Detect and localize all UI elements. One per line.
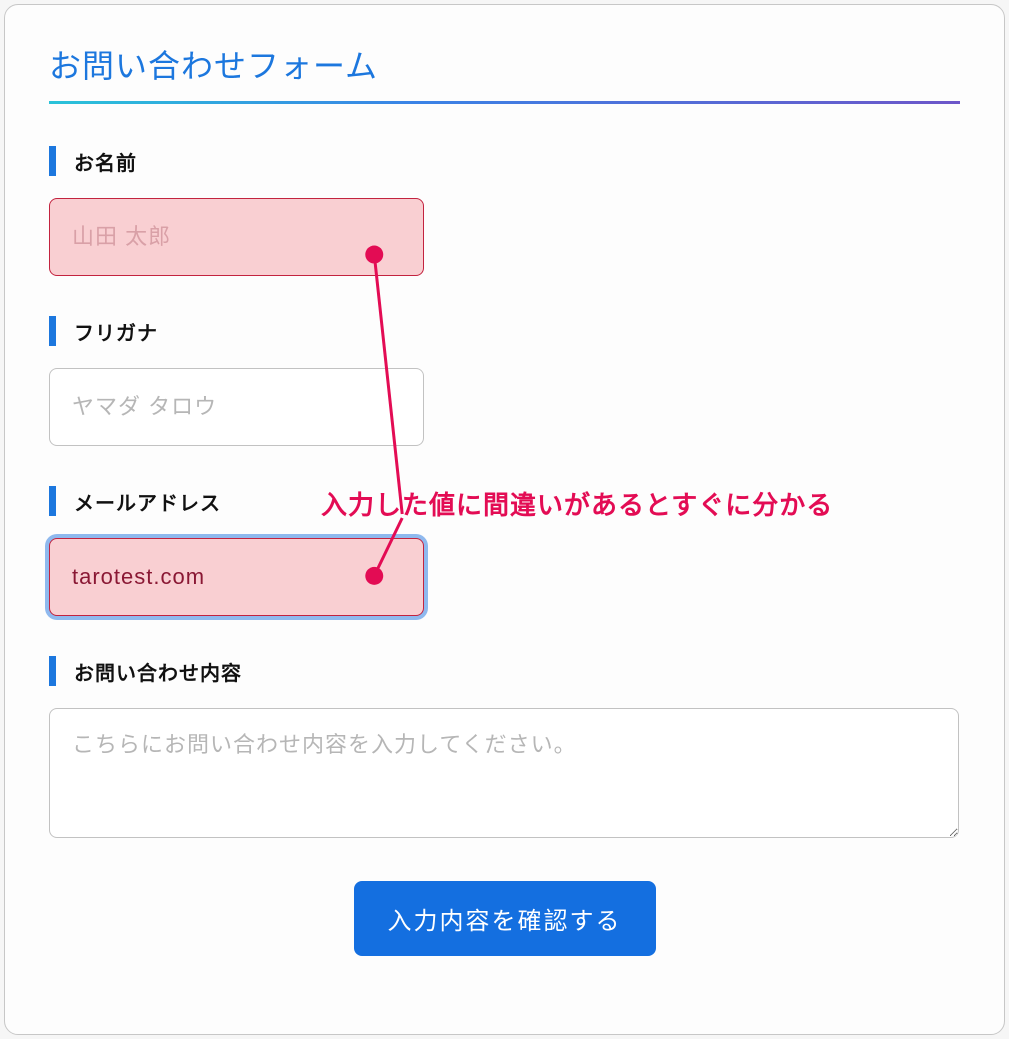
- submit-row: 入力内容を確認する: [49, 881, 960, 956]
- field-message-label: お問い合わせ内容: [49, 656, 960, 686]
- label-bar-icon: [49, 656, 56, 686]
- field-name: お名前: [49, 146, 960, 276]
- field-message: お問い合わせ内容: [49, 656, 960, 843]
- message-textarea[interactable]: [49, 708, 959, 838]
- name-input[interactable]: [49, 198, 424, 276]
- field-furigana-label: フリガナ: [49, 316, 960, 346]
- field-name-label: お名前: [49, 146, 960, 176]
- form-title: お問い合わせフォーム: [49, 41, 960, 104]
- label-text: フリガナ: [74, 317, 158, 346]
- confirm-button[interactable]: 入力内容を確認する: [354, 881, 656, 956]
- label-text: お問い合わせ内容: [74, 657, 242, 686]
- label-text: お名前: [74, 147, 137, 176]
- label-bar-icon: [49, 486, 56, 516]
- label-bar-icon: [49, 316, 56, 346]
- field-furigana: フリガナ: [49, 316, 960, 446]
- contact-form-card: お問い合わせフォーム お名前 フリガナ メールアドレス お問い合わせ内容 入力内: [4, 4, 1005, 1035]
- annotation-text: 入力した値に間違いがあるとすぐに分かる: [321, 485, 833, 522]
- label-text: メールアドレス: [74, 487, 221, 516]
- label-bar-icon: [49, 146, 56, 176]
- email-input[interactable]: [49, 538, 424, 616]
- furigana-input[interactable]: [49, 368, 424, 446]
